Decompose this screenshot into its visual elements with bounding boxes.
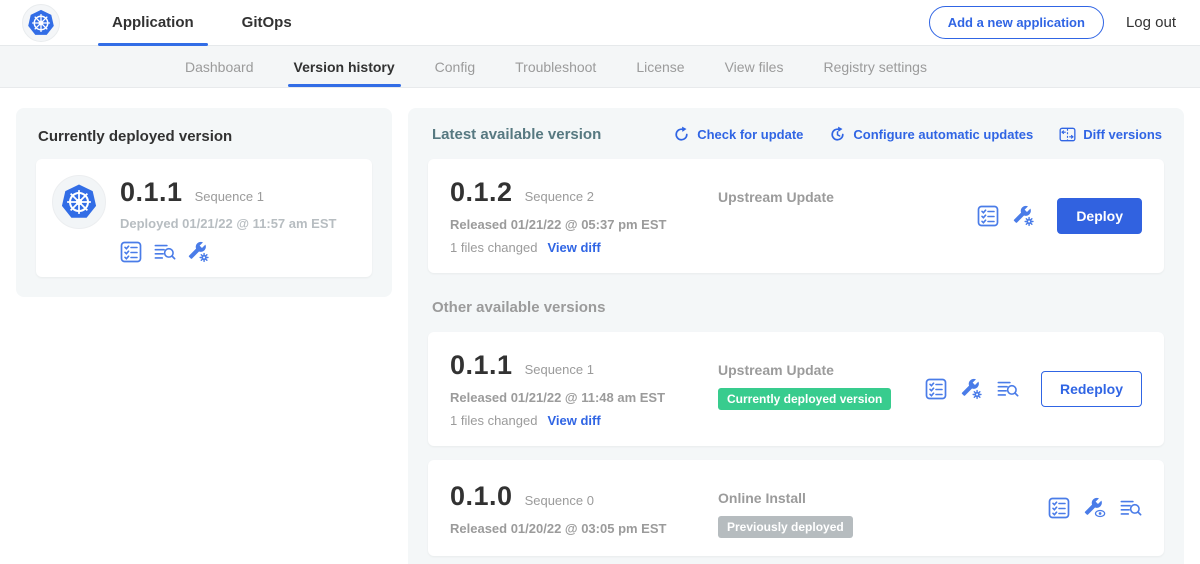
released-timestamp: Released 01/20/22 @ 03:05 pm EST — [450, 521, 718, 536]
edit-config-icon[interactable] — [1013, 205, 1035, 227]
tab-version-history[interactable]: Version history — [274, 46, 415, 87]
released-timestamp: Released 01/21/22 @ 05:37 pm EST — [450, 217, 718, 232]
tab-config[interactable]: Config — [415, 46, 495, 87]
sequence-label: Sequence 0 — [525, 493, 594, 508]
config-checklist-icon[interactable] — [1048, 497, 1070, 519]
view-config-icon[interactable] — [1084, 497, 1106, 519]
diff-icon — [1059, 126, 1076, 143]
files-changed-label: 1 files changed — [450, 240, 537, 255]
sub-nav: Dashboard Version history Config Trouble… — [0, 46, 1200, 88]
config-checklist-icon[interactable] — [925, 378, 947, 400]
version-card-0-1-2: 0.1.2 Sequence 2 Released 01/21/22 @ 05:… — [428, 159, 1164, 273]
view-diff-link[interactable]: View diff — [547, 413, 600, 428]
version-card-0-1-0: 0.1.0 Sequence 0 Released 01/20/22 @ 03:… — [428, 460, 1164, 556]
top-nav: Application GitOps Add a new application… — [0, 0, 1200, 46]
sequence-label: Sequence 1 — [525, 362, 594, 377]
sequence-label: Sequence 2 — [525, 189, 594, 204]
auto-update-icon — [829, 126, 846, 143]
tab-view-files[interactable]: View files — [705, 46, 804, 87]
add-new-application-button[interactable]: Add a new application — [929, 6, 1104, 39]
top-tab-gitops[interactable]: GitOps — [218, 0, 316, 45]
deployed-version-number: 0.1.1 — [120, 177, 183, 208]
deploy-button[interactable]: Deploy — [1057, 198, 1142, 234]
diff-versions-link[interactable]: Diff versions — [1059, 126, 1162, 143]
files-changed-label: 1 files changed — [450, 413, 537, 428]
version-source-label: Online Install — [718, 490, 1048, 506]
currently-deployed-title: Currently deployed version — [38, 128, 372, 145]
version-source-label: Upstream Update — [718, 189, 977, 205]
config-checklist-icon[interactable] — [977, 205, 999, 227]
tab-dashboard[interactable]: Dashboard — [165, 46, 274, 87]
diff-versions-label: Diff versions — [1083, 127, 1162, 142]
previously-deployed-badge: Previously deployed — [718, 516, 853, 538]
tab-registry-settings[interactable]: Registry settings — [803, 46, 946, 87]
view-diff-link[interactable]: View diff — [547, 240, 600, 255]
logout-link[interactable]: Log out — [1126, 14, 1176, 31]
version-card-0-1-1: 0.1.1 Sequence 1 Released 01/21/22 @ 11:… — [428, 332, 1164, 446]
edit-config-icon[interactable] — [188, 241, 210, 263]
check-for-update-link[interactable]: Check for update — [673, 126, 803, 143]
configure-automatic-updates-link[interactable]: Configure automatic updates — [829, 126, 1033, 143]
released-timestamp: Released 01/21/22 @ 11:48 am EST — [450, 390, 718, 405]
release-notes-icon[interactable] — [154, 241, 176, 263]
main-content: Currently deployed version 0.1.1 Sequenc… — [0, 88, 1200, 564]
currently-deployed-panel: Currently deployed version 0.1.1 Sequenc… — [16, 108, 392, 297]
deployed-version-card: 0.1.1 Sequence 1 Deployed 01/21/22 @ 11:… — [36, 159, 372, 277]
version-number: 0.1.0 — [450, 481, 513, 512]
app-logo — [22, 4, 60, 42]
check-for-update-label: Check for update — [697, 127, 803, 142]
kubernetes-logo-icon — [59, 182, 99, 222]
version-number: 0.1.2 — [450, 177, 513, 208]
version-number: 0.1.1 — [450, 350, 513, 381]
app-icon — [52, 175, 106, 229]
configure-automatic-updates-label: Configure automatic updates — [853, 127, 1033, 142]
refresh-icon — [673, 126, 690, 143]
redeploy-button[interactable]: Redeploy — [1041, 371, 1142, 407]
deployed-timestamp: Deployed 01/21/22 @ 11:57 am EST — [120, 216, 336, 231]
version-source-label: Upstream Update — [718, 362, 925, 378]
config-checklist-icon[interactable] — [120, 241, 142, 263]
kubernetes-logo-icon — [26, 8, 56, 38]
deployed-sequence-label: Sequence 1 — [195, 189, 264, 204]
latest-available-title: Latest available version — [432, 126, 601, 143]
available-versions-panel: Latest available version Check for updat… — [408, 108, 1184, 564]
edit-config-icon[interactable] — [961, 378, 983, 400]
tab-troubleshoot[interactable]: Troubleshoot — [495, 46, 616, 87]
release-notes-icon[interactable] — [1120, 497, 1142, 519]
release-notes-icon[interactable] — [997, 378, 1019, 400]
currently-deployed-badge: Currently deployed version — [718, 388, 891, 410]
other-available-versions-title: Other available versions — [432, 299, 1162, 316]
top-tab-application[interactable]: Application — [88, 0, 218, 45]
tab-license[interactable]: License — [616, 46, 704, 87]
